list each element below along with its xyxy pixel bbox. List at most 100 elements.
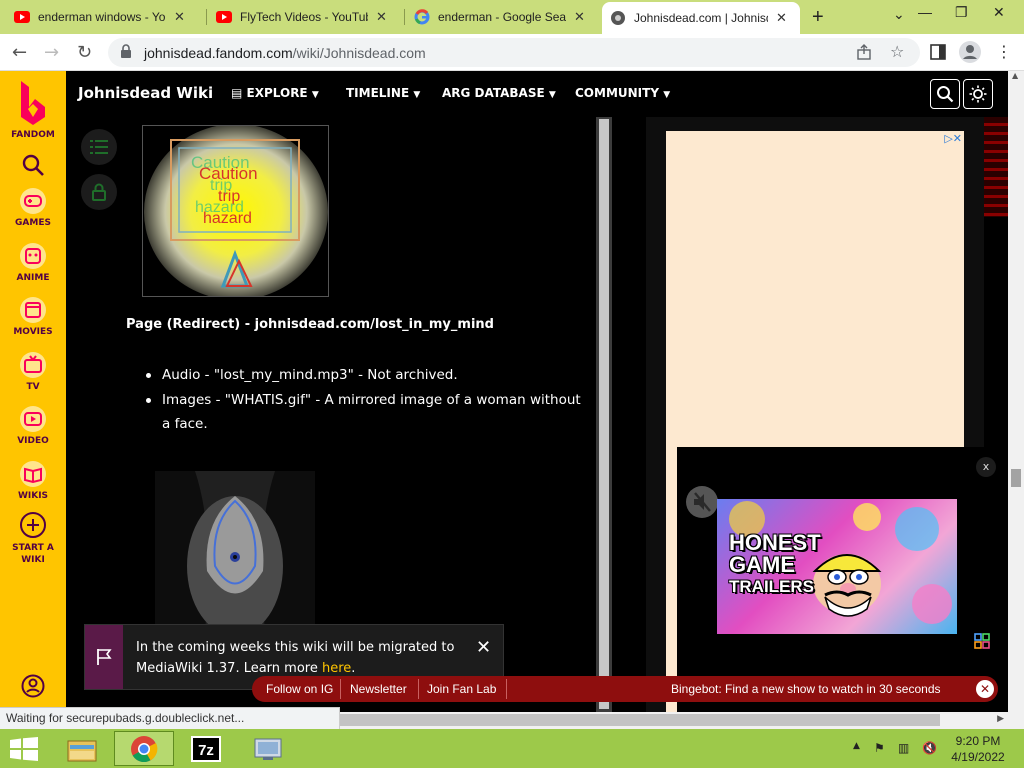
- rail-item-tv[interactable]: TV: [0, 351, 66, 392]
- fandom-bottom-bar: Follow on IG Newsletter Join Fan Lab Bin…: [252, 676, 998, 702]
- close-tab-icon[interactable]: ✕: [174, 9, 185, 25]
- list-icon: [90, 140, 108, 154]
- learn-more-link[interactable]: here: [322, 661, 351, 676]
- file-explorer-icon: [67, 740, 97, 761]
- tab-google-search[interactable]: enderman - Google Search ✕: [406, 0, 593, 34]
- tab-flytech-videos[interactable]: FlyTech Videos - YouTube ✕: [208, 0, 395, 34]
- tab-johnisdead[interactable]: Johnisdead.com | Johnisdead Wiki ✕: [602, 2, 800, 34]
- ad-logo-icon[interactable]: [974, 633, 990, 653]
- video-ad-player[interactable]: x HONEST GAME TRAILERS: [677, 447, 1007, 712]
- wiki-search-button[interactable]: [930, 79, 960, 109]
- bingebot-link[interactable]: Bingebot: Find a new show to watch in 30…: [671, 682, 941, 696]
- rail-item-wikis[interactable]: WIKIS: [0, 460, 66, 501]
- close-bar-icon[interactable]: ✕: [976, 680, 994, 698]
- system-clock[interactable]: 9:20 PM 4/19/2022: [948, 733, 1008, 765]
- tab-enderman-windows[interactable]: enderman windows - YouTube ✕: [6, 0, 193, 34]
- clock-time: 9:20 PM: [955, 734, 1001, 748]
- 7zip-icon: 7z: [191, 735, 221, 762]
- nav-explore[interactable]: ▤ EXPLORE ▼: [231, 86, 319, 100]
- back-arrow-icon[interactable]: ←: [12, 42, 27, 63]
- horizontal-scrollbar[interactable]: ▶: [340, 712, 1008, 729]
- close-window-button[interactable]: ✕: [993, 4, 1005, 21]
- nav-label: TIMELINE: [346, 86, 410, 100]
- side-panel-icon[interactable]: [930, 44, 946, 64]
- fandom-icon: [610, 10, 626, 26]
- user-account-icon[interactable]: [21, 674, 45, 702]
- scroll-up-arrow-icon[interactable]: ▲: [1012, 71, 1018, 80]
- nav-label: EXPLORE: [246, 86, 308, 100]
- minimize-button[interactable]: —: [918, 4, 932, 20]
- scroll-right-arrow-icon[interactable]: ▶: [997, 714, 1004, 724]
- close-video-button[interactable]: x: [976, 457, 996, 477]
- taskbar-7zip[interactable]: 7z: [176, 731, 236, 766]
- close-tab-icon[interactable]: ✕: [376, 9, 387, 25]
- nav-community[interactable]: COMMUNITY ▼: [575, 86, 670, 100]
- network-icon[interactable]: ▥: [898, 741, 909, 755]
- omnibox[interactable]: johnisdead.fandom.com/wiki/Johnisdead.co…: [108, 38, 920, 67]
- taskbar-chrome[interactable]: [114, 731, 174, 766]
- nav-arg-database[interactable]: ARG DATABASE ▼: [442, 86, 556, 100]
- nav-label: ARG DATABASE: [442, 86, 545, 100]
- new-tab-button[interactable]: +: [812, 6, 824, 29]
- share-icon[interactable]: [856, 44, 872, 64]
- tv-icon: [20, 352, 46, 378]
- url-text[interactable]: johnisdead.fandom.com/wiki/Johnisdead.co…: [144, 45, 426, 61]
- profile-avatar-icon[interactable]: [959, 41, 981, 67]
- rail-item-anime[interactable]: ANIME: [0, 242, 66, 283]
- flag-icon: [97, 649, 112, 665]
- nav-timeline[interactable]: TIMELINE ▼: [346, 86, 420, 100]
- lock-icon: [92, 183, 106, 201]
- tab-search-dropdown-icon[interactable]: ⌄: [893, 6, 905, 23]
- taskbar-control-panel[interactable]: [238, 731, 298, 766]
- close-tab-icon[interactable]: ✕: [574, 9, 585, 25]
- reload-icon[interactable]: ↻: [77, 42, 92, 63]
- chrome-icon: [131, 735, 158, 762]
- action-center-flag-icon[interactable]: ⚑: [874, 741, 885, 755]
- follow-on-ig-link[interactable]: Follow on IG: [266, 682, 333, 696]
- theme-toggle-button[interactable]: [963, 79, 993, 109]
- bookmark-star-icon[interactable]: ☆: [890, 42, 904, 61]
- start-button[interactable]: [10, 737, 38, 765]
- content-scroll-thumb[interactable]: [599, 119, 609, 709]
- mute-button[interactable]: [686, 486, 718, 518]
- chevron-down-icon: ▼: [663, 90, 671, 100]
- tab-separator: [404, 9, 405, 25]
- page-vertical-scrollbar[interactable]: ▲: [1008, 71, 1024, 729]
- page-scroll-thumb[interactable]: [1011, 469, 1021, 487]
- list-item: Images - "WHATIS.gif" - A mirrored image…: [144, 388, 584, 437]
- newsletter-link[interactable]: Newsletter: [350, 682, 407, 696]
- content-scrollbar[interactable]: [596, 117, 612, 712]
- video-title-line1: HONEST: [729, 530, 821, 555]
- close-tab-icon[interactable]: ✕: [776, 10, 787, 26]
- caution-sign-image[interactable]: Caution Caution trip trip hazard hazard: [142, 125, 329, 297]
- lock-icon[interactable]: [120, 44, 132, 63]
- whatis-gif-image[interactable]: [155, 471, 315, 631]
- wiki-title[interactable]: Johnisdead Wiki: [78, 84, 213, 102]
- rail-item-games[interactable]: GAMES: [0, 187, 66, 228]
- tab-separator: [206, 9, 207, 25]
- video-icon: [20, 406, 46, 432]
- restore-button[interactable]: ❐: [955, 4, 968, 21]
- wiki-header: Johnisdead Wiki ▤ EXPLORE ▼ TIMELINE ▼ A…: [66, 71, 1024, 117]
- forward-arrow-icon[interactable]: →: [44, 42, 59, 63]
- migration-text: In the coming weeks this wiki will be mi…: [136, 637, 466, 679]
- adchoices-icon[interactable]: ▷✕: [944, 132, 962, 145]
- search-icon[interactable]: [21, 153, 45, 181]
- explore-icon: ▤: [231, 86, 243, 100]
- honest-game-trailers-thumbnail[interactable]: HONEST GAME TRAILERS: [717, 499, 957, 634]
- rail-item-video[interactable]: VIDEO: [0, 405, 66, 446]
- rail-item-movies[interactable]: MOVIES: [0, 296, 66, 337]
- url-path: /wiki/Johnisdead.com: [292, 45, 426, 61]
- show-hidden-icons-icon[interactable]: ▲: [853, 741, 860, 751]
- close-notice-icon[interactable]: ✕: [476, 637, 491, 658]
- start-a-wiki-button[interactable]: START A WIKI: [0, 511, 66, 566]
- taskbar-file-explorer[interactable]: [52, 731, 112, 766]
- chevron-down-icon: ▼: [548, 90, 556, 100]
- fandom-logo[interactable]: FANDOM: [0, 77, 66, 140]
- volume-muted-icon[interactable]: 🔇: [922, 741, 937, 755]
- table-of-contents-button[interactable]: [81, 129, 117, 165]
- kebab-menu-icon[interactable]: ⋮: [996, 42, 1012, 61]
- join-fan-lab-link[interactable]: Join Fan Lab: [427, 682, 496, 696]
- horizontal-scroll-thumb[interactable]: [340, 714, 940, 726]
- edit-lock-button[interactable]: [81, 174, 117, 210]
